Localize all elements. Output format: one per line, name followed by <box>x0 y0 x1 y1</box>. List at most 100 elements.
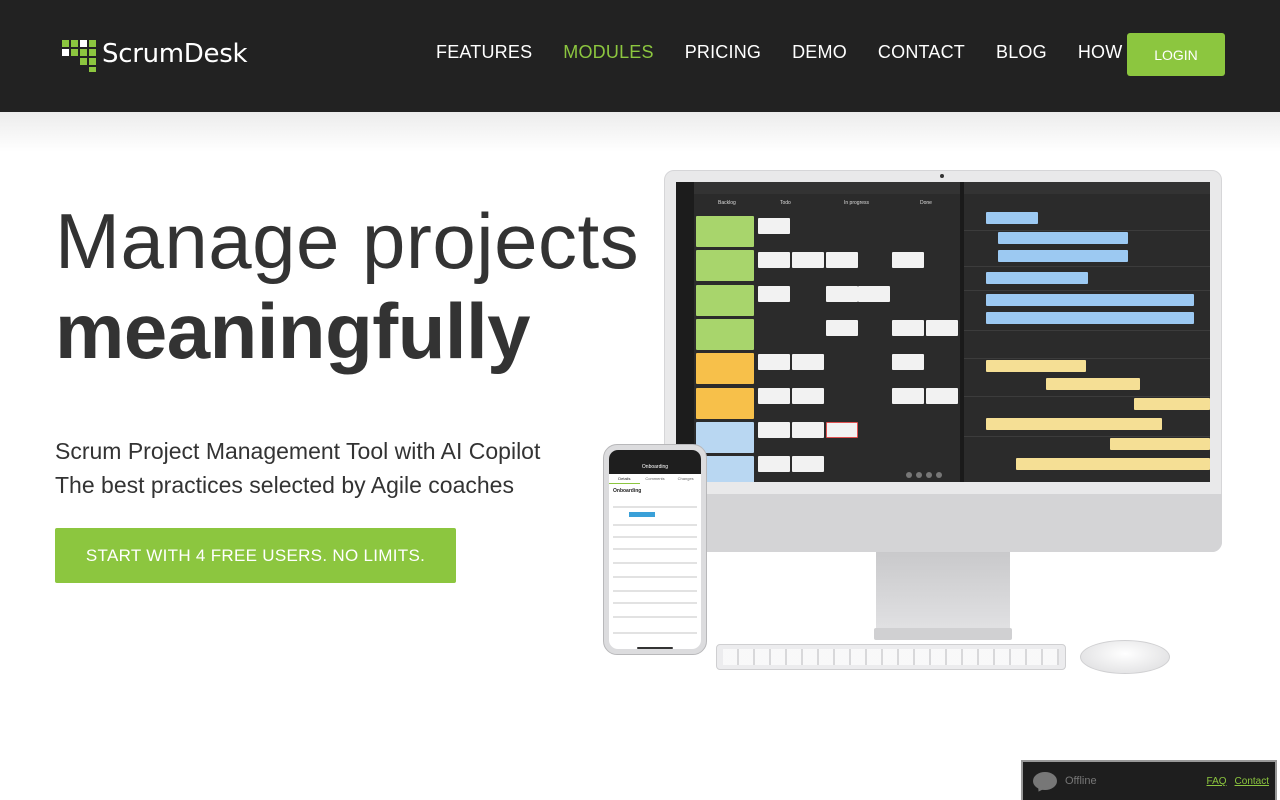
task-ticket <box>826 320 858 336</box>
toolbar-dot-icon <box>936 472 942 478</box>
task-ticket <box>926 320 958 336</box>
story-card <box>696 250 754 281</box>
phone-tab-details: Details <box>609 474 640 484</box>
gantt-bar <box>1134 398 1210 410</box>
keyboard-illustration <box>716 644 1066 670</box>
toolbar-dot-icon <box>926 472 932 478</box>
gantt-bar <box>986 418 1162 430</box>
toolbar-dot-icon <box>906 472 912 478</box>
task-ticket <box>758 218 790 234</box>
monitor-stand-base <box>874 628 1012 640</box>
phone-line <box>613 576 697 578</box>
gantt-row-line <box>964 290 1210 291</box>
chat-status: Offline <box>1065 775 1097 787</box>
task-ticket <box>826 422 858 438</box>
task-ticket <box>758 252 790 268</box>
app-sidebar <box>676 182 694 482</box>
phone-line <box>613 616 697 618</box>
nav-demo[interactable]: DEMO <box>792 42 847 63</box>
main-nav: FEATURES MODULES PRICING DEMO CONTACT BL… <box>436 42 1183 63</box>
header-shadow <box>0 112 1280 152</box>
gantt-bar <box>986 272 1088 284</box>
monitor-chin <box>664 494 1222 552</box>
gantt-bar <box>1110 438 1210 450</box>
phone-tabs: Details Comments Changes <box>609 474 701 484</box>
nav-modules[interactable]: MODULES <box>563 42 653 63</box>
hero-subtitle-line2: The best practices selected by Agile coa… <box>55 472 514 498</box>
hero-title-line2: meaningfully <box>55 287 531 375</box>
next-section-heading-peek <box>440 792 610 800</box>
phone-screen: Onboarding Details Comments Changes Onbo… <box>609 450 701 649</box>
phone-tab-comments: Comments <box>645 476 665 481</box>
gantt-bar <box>1016 458 1210 470</box>
logo[interactable]: ScrumDesk <box>62 36 248 72</box>
phone-line <box>613 590 697 592</box>
column-done: Done <box>920 200 932 206</box>
phone-line <box>613 602 697 604</box>
monitor-screen: Backlog Todo In progress Done <box>676 182 1210 482</box>
chat-contact-link[interactable]: Contact <box>1235 776 1269 787</box>
mouse-illustration <box>1080 640 1170 674</box>
task-ticket <box>758 286 790 302</box>
login-button[interactable]: LOGIN <box>1127 33 1225 76</box>
task-ticket <box>858 286 890 302</box>
task-ticket <box>826 252 858 268</box>
column-in-progress: In progress <box>844 200 870 206</box>
story-card <box>696 216 754 247</box>
task-ticket <box>758 422 790 438</box>
app-divider <box>960 182 964 482</box>
gantt-row-line <box>964 396 1210 397</box>
gantt-bar <box>998 232 1128 244</box>
app-topbar <box>694 182 960 194</box>
phone-line <box>613 562 697 564</box>
phone-tab-changes: Changes <box>677 476 694 481</box>
phone-line <box>613 632 697 634</box>
nav-pricing[interactable]: PRICING <box>685 42 761 63</box>
chat-bubble-icon <box>1033 772 1057 790</box>
phone-heading: Onboarding <box>613 488 642 494</box>
task-ticket <box>758 388 790 404</box>
phone-line <box>613 506 697 508</box>
gantt-row-line <box>964 436 1210 437</box>
logo-text: ScrumDesk <box>102 39 248 69</box>
free-trial-cta-button[interactable]: START WITH 4 FREE USERS. NO LIMITS. <box>55 528 456 583</box>
task-ticket <box>926 388 958 404</box>
gantt-bar <box>1046 378 1140 390</box>
column-backlog: Backlog <box>718 200 736 206</box>
chat-widget[interactable]: Offline FAQ Contact <box>1021 760 1277 800</box>
task-ticket <box>892 252 924 268</box>
site-header: ScrumDesk FEATURES MODULES PRICING DEMO … <box>0 0 1280 112</box>
task-ticket <box>758 354 790 370</box>
hero-subtitle-line1: Scrum Project Management Tool with AI Co… <box>55 438 541 464</box>
column-todo: Todo <box>780 200 791 206</box>
chat-faq-link[interactable]: FAQ <box>1207 776 1227 787</box>
task-ticket <box>892 354 924 370</box>
phone-line <box>613 548 697 550</box>
story-card <box>696 422 754 453</box>
story-card <box>696 285 754 316</box>
gantt-row-line <box>964 358 1210 359</box>
gantt-bar <box>986 360 1086 372</box>
nav-contact[interactable]: CONTACT <box>878 42 965 63</box>
gantt-row-line <box>964 266 1210 267</box>
hero-title-line1: Manage projects <box>55 197 640 285</box>
task-ticket <box>792 388 824 404</box>
gantt-bar <box>986 212 1038 224</box>
gantt-bar <box>998 250 1128 262</box>
gantt-bar <box>986 312 1194 324</box>
phone-title: Onboarding <box>641 464 669 470</box>
gantt-row-line <box>964 230 1210 231</box>
nav-blog[interactable]: BLOG <box>996 42 1047 63</box>
gantt-row-line <box>964 330 1210 331</box>
phone-line <box>613 524 697 526</box>
toolbar-dot-icon <box>916 472 922 478</box>
phone-topbar <box>609 450 701 474</box>
phone-status-chip <box>629 512 655 517</box>
task-ticket <box>792 422 824 438</box>
nav-features[interactable]: FEATURES <box>436 42 532 63</box>
task-ticket <box>758 456 790 472</box>
story-card <box>696 353 754 384</box>
task-ticket <box>892 320 924 336</box>
task-ticket <box>792 354 824 370</box>
story-card <box>696 319 754 350</box>
